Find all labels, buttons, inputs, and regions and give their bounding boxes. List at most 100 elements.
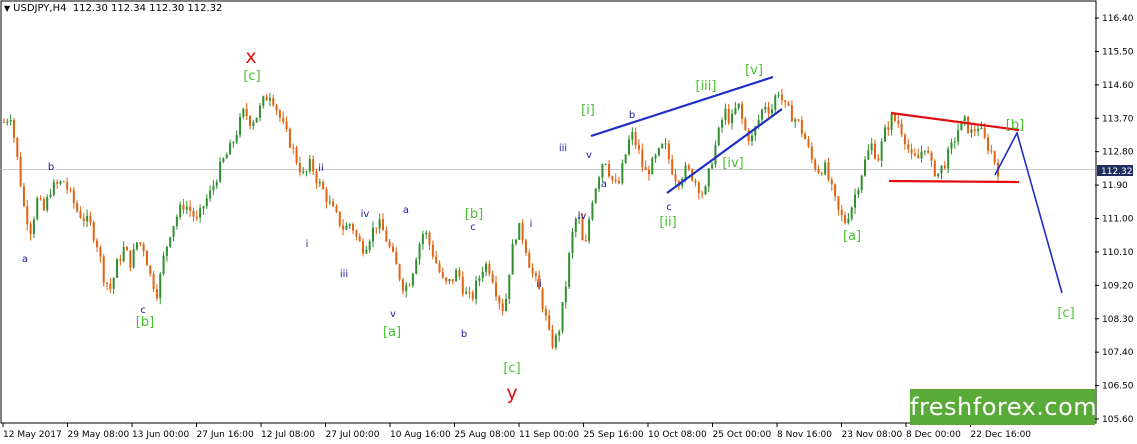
x-tick-label: 25 Aug 08:00 [455,430,516,440]
candle-body [119,259,122,261]
candle-body [893,114,896,121]
candle-body [571,231,574,254]
candle-body [145,251,148,266]
candle-body [947,148,950,169]
candle-body [830,179,833,185]
candle-body [631,132,634,140]
x-tick-label: 25 Oct 00:00 [713,430,772,440]
candle-body [880,141,883,161]
y-tick-label: 113.70 [1102,114,1134,124]
candle-body [784,100,787,103]
candle-body [348,223,351,226]
candle-body [618,180,621,184]
candle-body [478,277,481,281]
candle-body [308,159,311,172]
candle-body [172,226,175,238]
x-tick-label: 13 Jun 00:00 [132,430,189,440]
candle-body [551,329,554,348]
candle-body [268,98,271,101]
candle-body [39,198,42,200]
candle-body [548,315,551,330]
wave-label: [a] [843,229,861,244]
candle-body [787,102,790,106]
candle-body [574,218,577,232]
candle-body [684,165,687,179]
candle-body [810,146,813,160]
candle-body [664,143,667,145]
candle-body [116,259,119,278]
y-tick-label: 116.40 [1102,14,1134,24]
brand-badge[interactable]: freshforex.com [910,389,1097,425]
wave-label: [c] [243,69,260,84]
candle-body [192,210,195,217]
y-tick-label: 108.30 [1102,315,1134,325]
candle-body [298,162,301,173]
candle-body [744,118,747,130]
candle-body [601,164,604,178]
plot-frame [0,0,1097,424]
candle-body [990,150,993,152]
candle-body [927,150,930,153]
candle-body [634,132,637,146]
candle-body [139,242,142,245]
candle-body [135,242,138,250]
candle-body [252,122,255,126]
candle-body [342,225,345,230]
wave-label: [iv] [722,156,743,171]
candle-body [647,169,650,175]
candle-body [215,181,218,186]
candle-body [760,109,763,120]
candle-body [49,194,52,197]
candle-body [239,117,242,136]
candle-body [165,246,168,256]
candle-body [883,127,886,142]
candle-body [970,129,973,133]
candle-body [86,215,89,222]
candle-body [381,219,384,231]
x-tick-label: 12 Jul 08:00 [261,430,315,440]
candle-body [780,94,783,101]
candle-body [528,252,531,268]
candle-body [667,143,670,160]
candle-body [750,135,753,142]
candle-body [834,184,837,197]
candle-body [79,211,82,218]
candle-body [920,151,923,159]
candle-body [408,285,411,287]
x-tick-label: 29 May 08:00 [68,430,130,440]
candle-body [481,271,484,278]
candle-body [62,181,65,183]
candle-body [305,171,308,173]
candle-body [495,282,498,297]
candle-body [318,182,321,184]
time-axis: 12 May 2017 29 May 08:00 13 Jun 00:00 27 Ju… [2,423,1031,440]
candle-body [32,219,35,235]
candle-body [957,130,960,142]
candle-body [701,193,704,195]
price-chart[interactable]: x y [c] [b] [a] [b] [c] [i] [ii] [iii] [iv] [v] [a] [… [0,0,1137,444]
candle-body [288,128,291,148]
candle-body [987,137,990,151]
candle-body [887,127,890,131]
x-tick-label: 10 Oct 08:00 [648,430,707,440]
candle-body [155,289,158,299]
candle-body [514,239,517,244]
y-tick-label: 105.60 [1102,415,1134,425]
wave-label: i [306,239,309,250]
candle-body [767,106,770,114]
candle-body [451,279,454,282]
y-tick-label: 106.50 [1102,382,1134,392]
price-axis: 116.40 115.50 114.60 113.70 112.80 11.90 111.0… [1095,14,1134,425]
candle-body [202,206,205,209]
wave-label: [c] [503,361,520,376]
candle-body [857,189,860,195]
candle-body [438,263,441,273]
candle-body [391,246,394,252]
dropdown-triangle-icon[interactable]: ▼ [4,4,10,13]
candle-body [338,211,341,226]
current-price-tag: 112.32 [1097,165,1133,177]
candle-body [734,107,737,114]
candle-body [943,165,946,169]
wave-label: iii [340,269,348,280]
candle-body [418,243,421,260]
